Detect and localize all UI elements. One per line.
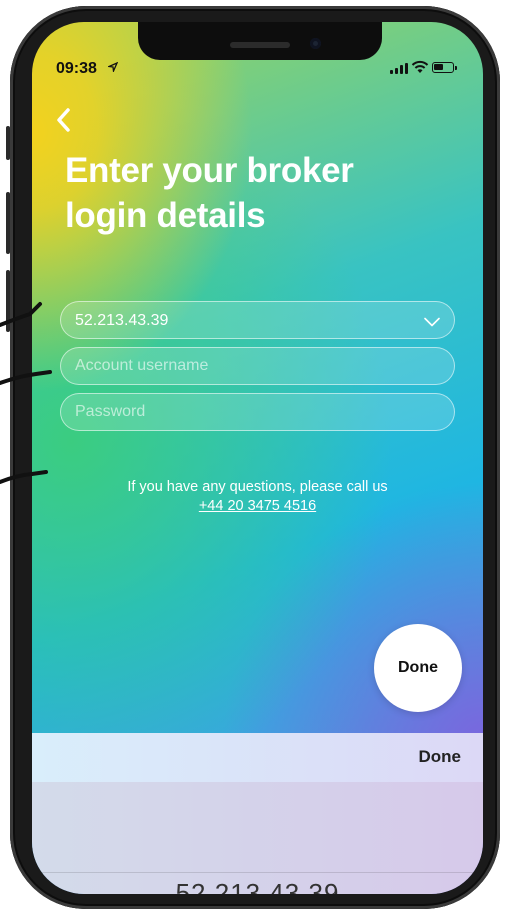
chevron-down-icon — [424, 314, 440, 327]
wifi-icon — [411, 60, 429, 74]
server-select[interactable]: 52.213.43.39 — [60, 301, 455, 339]
phone-notch — [138, 22, 382, 60]
password-field — [60, 393, 455, 431]
keyboard-toolbar: Done — [32, 733, 483, 782]
battery-icon — [432, 62, 457, 73]
help-text: If you have any questions, please call u… — [32, 478, 483, 516]
toolbar-done-button[interactable]: Done — [419, 747, 462, 767]
picker-selected-row[interactable]: 52.213.43.39 — [32, 878, 483, 894]
earpiece-speaker — [230, 42, 290, 48]
account-username-input[interactable] — [75, 348, 435, 384]
picker-divider — [32, 872, 483, 873]
location-arrow-icon — [106, 61, 119, 75]
cellular-signal-icon — [390, 63, 408, 74]
status-time: 09:38 — [56, 60, 97, 77]
page-title-line-1: Enter your broker — [65, 151, 354, 190]
front-camera — [310, 38, 321, 49]
server-picker[interactable]: 52.213.43.39 — [32, 782, 483, 894]
password-input[interactable] — [75, 394, 435, 430]
page-title-line-2: login details — [65, 196, 266, 235]
server-select-value: 52.213.43.39 — [75, 312, 169, 329]
support-phone-link[interactable]: +44 20 3475 4516 — [32, 497, 483, 516]
help-message: If you have any questions, please call u… — [127, 479, 388, 495]
page-title: Enter your broker login details — [65, 148, 425, 238]
app-screen: 09:38 Enter your broker login details 52… — [32, 22, 483, 894]
account-username-field — [60, 347, 455, 385]
done-button[interactable]: Done — [374, 624, 462, 712]
